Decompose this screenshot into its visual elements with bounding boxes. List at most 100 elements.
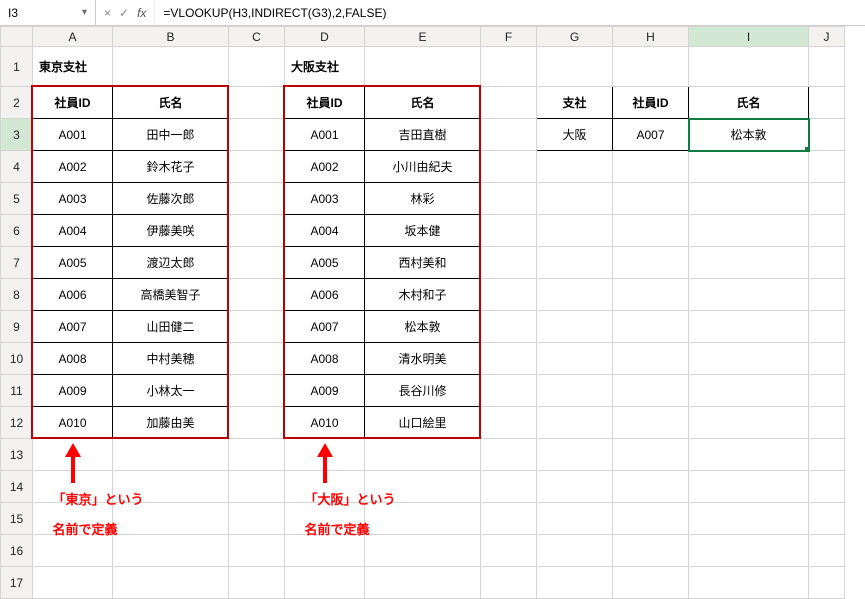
cell-J5[interactable]	[809, 183, 845, 215]
cell-E7[interactable]: 西村美和	[365, 247, 481, 279]
cell-B8[interactable]: 高橋美智子	[113, 279, 229, 311]
cell-E9[interactable]: 松本敦	[365, 311, 481, 343]
cell-B2[interactable]: 氏名	[113, 87, 229, 119]
cell-F11[interactable]	[481, 375, 537, 407]
cell-G14[interactable]	[537, 471, 613, 503]
cell-J2[interactable]	[809, 87, 845, 119]
cancel-icon[interactable]: ×	[104, 6, 111, 20]
cell-C10[interactable]	[229, 343, 285, 375]
cell-J7[interactable]	[809, 247, 845, 279]
cell-C16[interactable]	[229, 535, 285, 567]
cell-G11[interactable]	[537, 375, 613, 407]
cell-I5[interactable]	[689, 183, 809, 215]
cell-C1[interactable]	[229, 47, 285, 87]
cell-J17[interactable]	[809, 567, 845, 599]
cell-C2[interactable]	[229, 87, 285, 119]
cell-J9[interactable]	[809, 311, 845, 343]
cell-D7[interactable]: A005	[285, 247, 365, 279]
name-box[interactable]: I3 ▾	[0, 0, 96, 25]
cell-J14[interactable]	[809, 471, 845, 503]
cell-D16[interactable]	[285, 535, 365, 567]
cell-E5[interactable]: 林彩	[365, 183, 481, 215]
cell-H4[interactable]	[613, 151, 689, 183]
col-I[interactable]: I	[689, 27, 809, 47]
cell-H17[interactable]	[613, 567, 689, 599]
row-8[interactable]: 8	[1, 279, 33, 311]
col-F[interactable]: F	[481, 27, 537, 47]
cell-F17[interactable]	[481, 567, 537, 599]
cell-I16[interactable]	[689, 535, 809, 567]
cell-E11[interactable]: 長谷川修	[365, 375, 481, 407]
cell-I8[interactable]	[689, 279, 809, 311]
select-all-corner[interactable]	[1, 27, 33, 47]
cell-H10[interactable]	[613, 343, 689, 375]
cell-B4[interactable]: 鈴木花子	[113, 151, 229, 183]
cell-F8[interactable]	[481, 279, 537, 311]
col-E[interactable]: E	[365, 27, 481, 47]
cell-H11[interactable]	[613, 375, 689, 407]
cell-E12[interactable]: 山口絵里	[365, 407, 481, 439]
col-H[interactable]: H	[613, 27, 689, 47]
cell-D10[interactable]: A008	[285, 343, 365, 375]
cell-H3[interactable]: A007	[613, 119, 689, 151]
cell-I13[interactable]	[689, 439, 809, 471]
cell-G7[interactable]	[537, 247, 613, 279]
cell-H8[interactable]	[613, 279, 689, 311]
cell-D1[interactable]: 大阪支社	[285, 47, 365, 87]
cell-C9[interactable]	[229, 311, 285, 343]
cell-G12[interactable]	[537, 407, 613, 439]
cell-E14[interactable]	[365, 471, 481, 503]
cell-B6[interactable]: 伊藤美咲	[113, 215, 229, 247]
col-C[interactable]: C	[229, 27, 285, 47]
cell-C12[interactable]	[229, 407, 285, 439]
cell-B17[interactable]	[113, 567, 229, 599]
cell-F7[interactable]	[481, 247, 537, 279]
confirm-icon[interactable]: ✓	[119, 6, 129, 20]
cell-E1[interactable]	[365, 47, 481, 87]
cell-F10[interactable]	[481, 343, 537, 375]
col-B[interactable]: B	[113, 27, 229, 47]
cell-J6[interactable]	[809, 215, 845, 247]
row-12[interactable]: 12	[1, 407, 33, 439]
cell-F1[interactable]	[481, 47, 537, 87]
cell-C17[interactable]	[229, 567, 285, 599]
cell-I17[interactable]	[689, 567, 809, 599]
cell-J10[interactable]	[809, 343, 845, 375]
cell-D4[interactable]: A002	[285, 151, 365, 183]
cell-I10[interactable]	[689, 343, 809, 375]
cell-J1[interactable]	[809, 47, 845, 87]
cell-A15[interactable]	[33, 503, 113, 535]
cell-H13[interactable]	[613, 439, 689, 471]
cell-B16[interactable]	[113, 535, 229, 567]
cell-G9[interactable]	[537, 311, 613, 343]
cell-D13[interactable]	[285, 439, 365, 471]
cell-I15[interactable]	[689, 503, 809, 535]
col-G[interactable]: G	[537, 27, 613, 47]
cell-A7[interactable]: A005	[33, 247, 113, 279]
cell-J12[interactable]	[809, 407, 845, 439]
fx-icon[interactable]: fx	[137, 6, 146, 20]
cell-A13[interactable]	[33, 439, 113, 471]
cell-B9[interactable]: 山田健二	[113, 311, 229, 343]
cell-G8[interactable]	[537, 279, 613, 311]
cell-B13[interactable]	[113, 439, 229, 471]
row-11[interactable]: 11	[1, 375, 33, 407]
cell-D15[interactable]	[285, 503, 365, 535]
row-1[interactable]: 1	[1, 47, 33, 87]
cell-B11[interactable]: 小林太一	[113, 375, 229, 407]
cell-A6[interactable]: A004	[33, 215, 113, 247]
cell-I1[interactable]	[689, 47, 809, 87]
cell-G3[interactable]: 大阪	[537, 119, 613, 151]
cell-A5[interactable]: A003	[33, 183, 113, 215]
cell-G5[interactable]	[537, 183, 613, 215]
cell-F16[interactable]	[481, 535, 537, 567]
cell-F9[interactable]	[481, 311, 537, 343]
cell-F3[interactable]	[481, 119, 537, 151]
cell-G10[interactable]	[537, 343, 613, 375]
cell-I9[interactable]	[689, 311, 809, 343]
cell-C4[interactable]	[229, 151, 285, 183]
cell-B3[interactable]: 田中一郎	[113, 119, 229, 151]
cell-F12[interactable]	[481, 407, 537, 439]
cell-E16[interactable]	[365, 535, 481, 567]
cell-C14[interactable]	[229, 471, 285, 503]
